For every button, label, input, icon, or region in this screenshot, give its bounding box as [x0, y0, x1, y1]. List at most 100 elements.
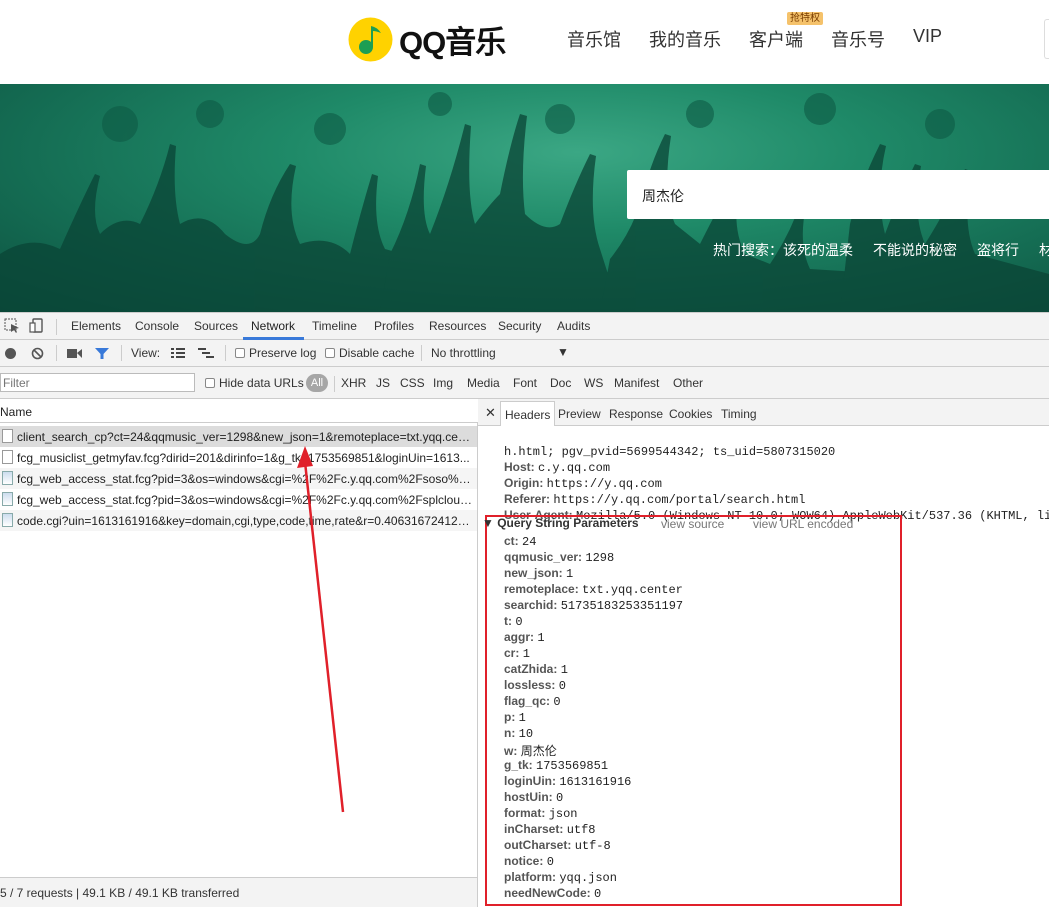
- detail-tab-timing[interactable]: Timing: [721, 407, 757, 421]
- header-line: Referer: https://y.qq.com/portal/search.…: [504, 492, 805, 507]
- tab-timeline[interactable]: Timeline: [312, 319, 357, 333]
- large-rows-icon[interactable]: [171, 347, 185, 359]
- filter-funnel-icon[interactable]: [95, 347, 109, 360]
- type-filter-js[interactable]: JS: [376, 376, 390, 390]
- logo-text: QQ音乐: [399, 24, 506, 60]
- header-search-box[interactable]: [1044, 19, 1049, 59]
- type-filter-all[interactable]: All: [306, 374, 328, 392]
- request-row[interactable]: fcg_web_access_stat.fcg?pid=3&os=windows…: [0, 489, 477, 510]
- param-key: t:: [504, 614, 512, 628]
- tab-network[interactable]: Network: [251, 319, 295, 333]
- query-param: flag_qc: 0: [504, 694, 561, 709]
- type-filter-ws[interactable]: WS: [584, 376, 603, 390]
- device-mode-icon[interactable]: [29, 318, 45, 333]
- query-string-section-toggle[interactable]: ▼ Query String Parameters: [482, 516, 639, 530]
- request-row[interactable]: code.cgi?uin=1613161916&key=domain,cgi,t…: [0, 510, 477, 531]
- query-param: w: 周杰伦: [504, 742, 557, 759]
- query-param: lossless: 0: [504, 678, 566, 693]
- query-param: ct: 24: [504, 534, 536, 549]
- tab-elements[interactable]: Elements: [71, 319, 121, 333]
- throttling-select[interactable]: No throttling: [431, 346, 496, 360]
- detail-tab-response[interactable]: Response: [609, 407, 663, 421]
- hot-search-item[interactable]: 热门搜索：该死的温柔: [713, 240, 853, 260]
- document-icon: [2, 429, 13, 443]
- param-value: yqq.json: [559, 871, 617, 885]
- disable-cache-checkbox[interactable]: Disable cache: [325, 346, 414, 360]
- hot-search-item[interactable]: 盗将行: [977, 240, 1019, 260]
- request-name: fcg_web_access_stat.fcg?pid=3&os=windows…: [17, 493, 473, 507]
- tab-resources[interactable]: Resources: [429, 319, 486, 333]
- query-param: notice: 0: [504, 854, 554, 869]
- query-param: cr: 1: [504, 646, 530, 661]
- param-value: 0: [546, 855, 554, 869]
- request-row[interactable]: client_search_cp?ct=24&qqmusic_ver=1298&…: [0, 426, 477, 447]
- checkbox-icon: [205, 378, 215, 388]
- close-icon[interactable]: ✕: [485, 405, 496, 421]
- hot-search-list: 热门搜索：该死的温柔 不能说的秘密 盗将行 材: [713, 240, 1049, 260]
- param-key: p:: [504, 710, 516, 724]
- param-value: 10: [518, 727, 534, 741]
- tab-profiles[interactable]: Profiles: [374, 319, 414, 333]
- query-param: format: json: [504, 806, 578, 821]
- query-param: t: 0: [504, 614, 523, 629]
- param-key: qqmusic_ver:: [504, 550, 583, 564]
- clear-icon[interactable]: [31, 347, 44, 360]
- detail-tab-headers[interactable]: Headers: [500, 401, 556, 426]
- hot-search-item[interactable]: 材: [1039, 240, 1049, 260]
- tab-sources[interactable]: Sources: [194, 319, 238, 333]
- type-filter-doc[interactable]: Doc: [550, 376, 571, 390]
- param-key: needNewCode:: [504, 886, 591, 900]
- tab-security[interactable]: Security: [498, 319, 541, 333]
- query-param: catZhida: 1: [504, 662, 568, 677]
- detail-tab-preview[interactable]: Preview: [558, 407, 601, 421]
- nav-my-music[interactable]: 我的音乐: [649, 26, 721, 52]
- tab-audits[interactable]: Audits: [557, 319, 590, 333]
- view-url-encoded-link[interactable]: view URL encoded: [753, 517, 853, 531]
- type-filter-other[interactable]: Other: [673, 376, 703, 390]
- param-key: flag_qc:: [504, 694, 551, 708]
- qq-music-logo[interactable]: QQ音乐: [348, 16, 506, 62]
- hide-data-urls-checkbox[interactable]: Hide data URLs: [205, 376, 304, 390]
- request-name: fcg_web_access_stat.fcg?pid=3&os=windows…: [17, 472, 473, 486]
- query-param: remoteplace: txt.yqq.center: [504, 582, 683, 597]
- type-filter-css[interactable]: CSS: [400, 376, 425, 390]
- type-filter-manifest[interactable]: Manifest: [614, 376, 659, 390]
- song-search-input[interactable]: 周杰伦: [627, 170, 1049, 219]
- request-row[interactable]: fcg_musiclist_getmyfav.fcg?dirid=201&dir…: [0, 447, 477, 468]
- query-param: platform: yqq.json: [504, 870, 617, 885]
- divider: [225, 345, 226, 361]
- param-value: 1: [522, 647, 530, 661]
- view-source-link[interactable]: view source: [661, 517, 724, 531]
- preserve-log-checkbox[interactable]: Preserve log: [235, 346, 316, 360]
- record-icon[interactable]: [4, 347, 17, 360]
- type-filter-font[interactable]: Font: [513, 376, 537, 390]
- inspect-element-icon[interactable]: [4, 318, 20, 333]
- param-key: remoteplace:: [504, 582, 579, 596]
- param-value: 1753569851: [536, 759, 609, 773]
- param-value: 1613161916: [559, 775, 632, 789]
- query-param: n: 10: [504, 726, 533, 741]
- tab-console[interactable]: Console: [135, 319, 179, 333]
- param-key: notice:: [504, 854, 544, 868]
- request-name: code.cgi?uin=1613161916&key=domain,cgi,t…: [17, 514, 473, 528]
- type-filter-media[interactable]: Media: [467, 376, 500, 390]
- nav-vip[interactable]: VIP: [913, 26, 942, 52]
- divider: [56, 345, 57, 361]
- header-value: h.html; pgv_pvid=5699544342; ts_uid=5807…: [504, 445, 836, 459]
- name-column-header[interactable]: Name: [0, 399, 478, 423]
- chevron-down-icon[interactable]: ▼: [557, 345, 569, 359]
- screenshot-camera-icon[interactable]: [67, 348, 83, 359]
- filter-input[interactable]: [0, 373, 195, 392]
- param-key: loginUin:: [504, 774, 556, 788]
- hot-search-item[interactable]: 不能说的秘密: [873, 240, 957, 260]
- nav-music-hall[interactable]: 音乐馆: [567, 26, 621, 52]
- nav-client[interactable]: 客户端 抢特权: [749, 12, 823, 52]
- waterfall-overview-icon[interactable]: [198, 347, 214, 359]
- nav-music-account[interactable]: 音乐号: [831, 26, 885, 52]
- type-filter-xhr[interactable]: XHR: [341, 376, 366, 390]
- devtools-tabbar: Elements Console Sources Network Timelin…: [0, 313, 1049, 340]
- detail-tab-cookies[interactable]: Cookies: [669, 407, 712, 421]
- header-value: https://y.qq.com: [546, 477, 662, 491]
- type-filter-img[interactable]: Img: [433, 376, 453, 390]
- request-row[interactable]: fcg_web_access_stat.fcg?pid=3&os=windows…: [0, 468, 477, 489]
